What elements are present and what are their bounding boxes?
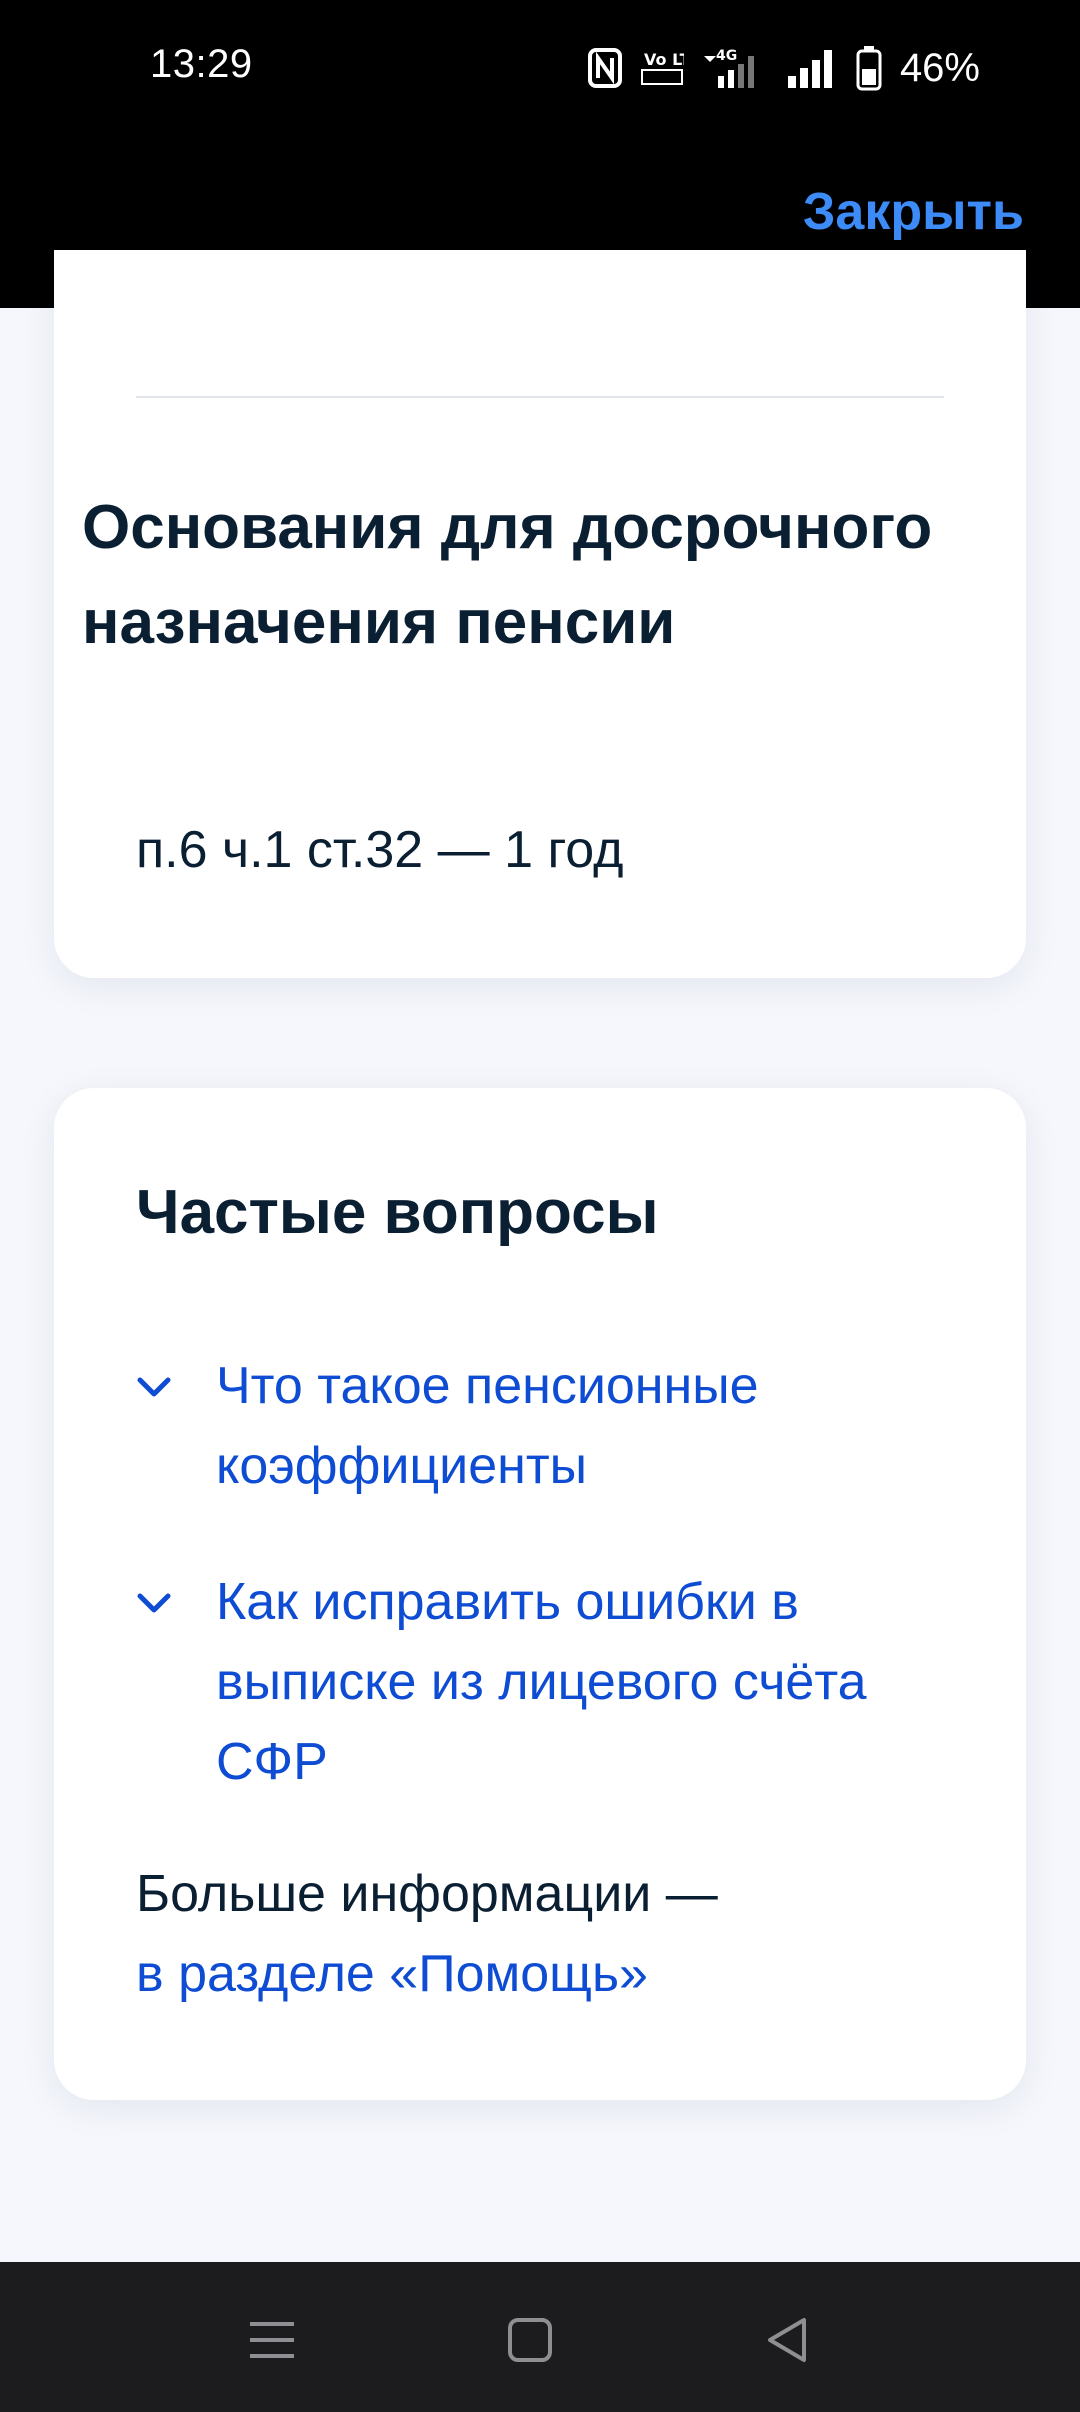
app-screen: 13:29 Vo LTE 4G xyxy=(0,0,1080,2412)
faq-item[interactable]: Что такое пенсионные коэффициенты xyxy=(134,1346,960,1506)
status-time: 13:29 xyxy=(150,42,253,86)
battery-percent: 46% xyxy=(899,45,980,90)
nfc-icon xyxy=(587,48,622,88)
early-pension-value: п.6 ч.1 ст.32 — 1 год xyxy=(136,821,624,879)
faq-item[interactable]: Как исправить ошибки в выписке из лицево… xyxy=(134,1562,960,1802)
more-info-text: Больше информации — xyxy=(136,1865,718,1923)
back-icon[interactable] xyxy=(758,2310,818,2370)
navigation-bar xyxy=(0,2262,1080,2412)
chevron-down-icon xyxy=(137,1377,171,1397)
early-pension-title: Основания для досрочного назначения пенс… xyxy=(82,493,933,657)
faq-item-label: Как исправить ошибки в выписке из лицево… xyxy=(216,1573,867,1791)
status-icons: Vo LTE 4G xyxy=(587,44,980,92)
svg-text:Vo LTE: Vo LTE xyxy=(644,50,684,69)
signal-icon xyxy=(787,50,832,88)
faq-item-label: Что такое пенсионные коэффициенты xyxy=(216,1357,759,1495)
svg-text:4G: 4G xyxy=(716,48,737,64)
chevron-down-icon xyxy=(137,1593,171,1613)
more-info: Больше информации — в разделе «Помощь» xyxy=(136,1854,956,2014)
help-link[interactable]: в разделе «Помощь» xyxy=(136,1934,956,2014)
home-icon[interactable] xyxy=(500,2310,560,2370)
menu-icon[interactable] xyxy=(242,2310,302,2370)
close-button[interactable]: Закрыть xyxy=(803,182,1024,242)
divider xyxy=(136,396,944,398)
signal-4g-icon: 4G xyxy=(703,48,754,88)
faq-title: Частые вопросы xyxy=(136,1178,659,1247)
status-bar: 13:29 Vo LTE 4G xyxy=(0,0,1080,140)
battery-icon xyxy=(856,46,882,91)
volte-icon: Vo LTE xyxy=(640,50,684,85)
